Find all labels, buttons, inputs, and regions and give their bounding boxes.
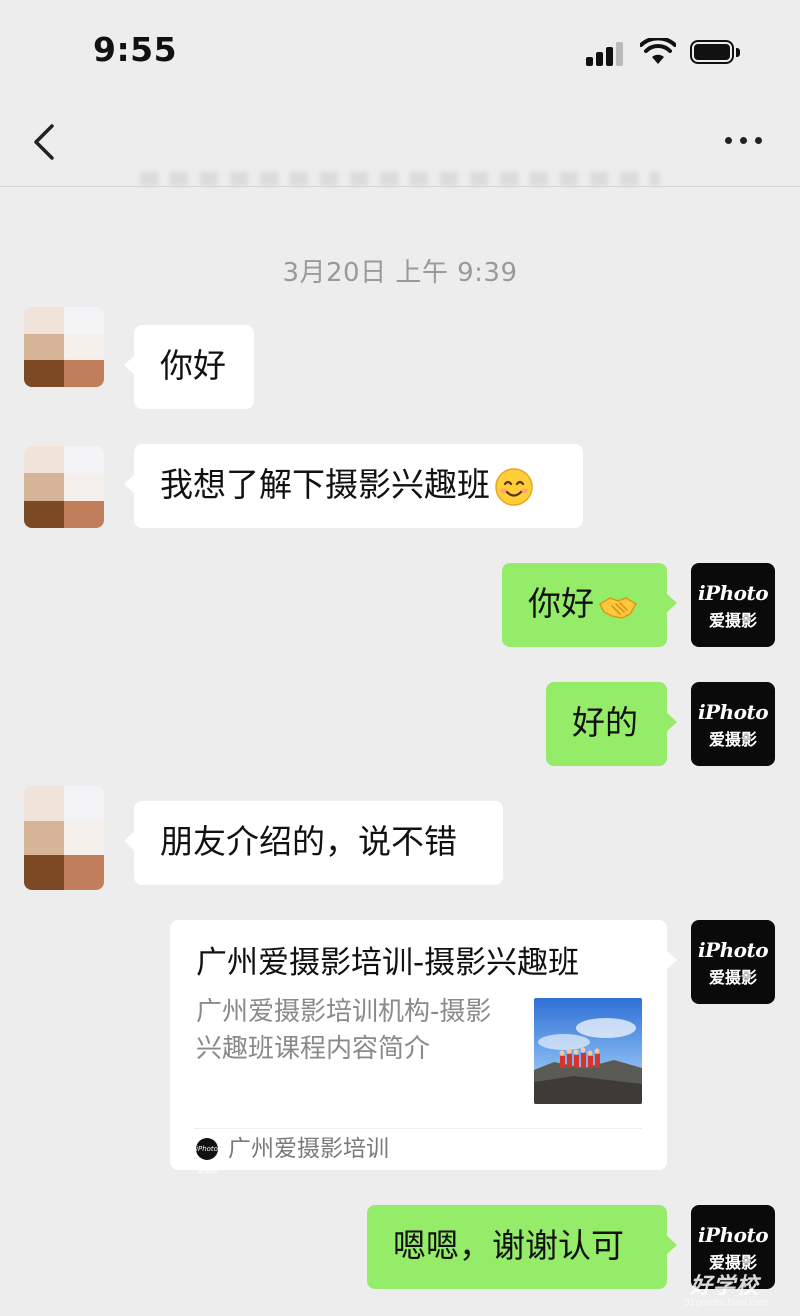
source-logo-icon: iPhoto 爱摄影 — [196, 1138, 218, 1175]
brand-avatar[interactable]: iPhoto 爱摄影 — [691, 682, 775, 766]
chevron-left-icon[interactable] — [30, 122, 60, 162]
contact-avatar[interactable] — [24, 307, 104, 387]
avatar-pixel — [64, 500, 104, 528]
link-card[interactable]: 广州爱摄影培训-摄影兴趣班 广州爱摄影培训机构-摄影兴趣班课程内容简介 iPho… — [170, 920, 677, 1175]
status-time: 9:55 — [93, 30, 178, 69]
message-timestamp: 3月20日 上午 9:39 — [282, 258, 518, 288]
avatar-pixel — [24, 446, 64, 474]
cellular-signal-icon — [586, 42, 626, 66]
avatar-logo-text: iPhoto — [697, 938, 769, 962]
message-text: 嗯嗯，谢谢认可 — [393, 1226, 624, 1265]
watermark-text: 好学校 — [690, 1274, 760, 1299]
avatar-pixel — [24, 473, 64, 501]
avatar-pixel — [64, 446, 104, 474]
avatar-pixel — [24, 307, 64, 334]
handshake-icon — [599, 596, 638, 619]
avatar-pixel — [64, 786, 104, 821]
link-card-source: 广州爱摄影培训 — [228, 1136, 389, 1162]
avatar-logo-text: iPhoto — [697, 1223, 769, 1247]
avatar-pixel — [64, 820, 104, 856]
link-card-description: 广州爱摄影培训机构-摄影兴趣班课程内容简介 — [196, 997, 492, 1064]
avatar-pixel — [24, 820, 64, 856]
avatar-pixel — [64, 333, 104, 361]
avatar-pixel — [24, 360, 64, 387]
avatar-logo-subtext: 爱摄影 — [708, 611, 757, 630]
battery-icon — [690, 40, 742, 66]
message-text: 你好 — [528, 584, 594, 623]
contact-avatar[interactable] — [24, 446, 104, 528]
contact-avatar[interactable] — [24, 786, 104, 890]
blurred-header-text — [140, 172, 660, 186]
smiling-face-icon — [495, 467, 533, 506]
avatar-logo-text: iPhoto — [697, 700, 769, 724]
avatar-pixel — [24, 333, 64, 361]
message-text: 你好 — [160, 346, 226, 385]
message-bubble-incoming[interactable]: 我想了解下摄影兴趣班 — [124, 444, 583, 528]
avatar-pixel — [24, 786, 64, 821]
link-card-thumbnail — [534, 998, 642, 1104]
avatar-pixel — [64, 855, 104, 890]
message-bubble-outgoing[interactable]: 嗯嗯，谢谢认可 — [367, 1205, 677, 1289]
nav-divider — [0, 186, 800, 187]
more-dots-icon[interactable] — [722, 130, 766, 150]
avatar-logo-subtext: 爱摄影 — [708, 968, 757, 987]
watermark-subtext: 91goodschool.com — [684, 1298, 769, 1308]
brand-avatar[interactable]: iPhoto 爱摄影 — [691, 563, 775, 647]
avatar-pixel — [24, 500, 64, 528]
avatar-pixel — [64, 360, 104, 387]
avatar-pixel — [64, 307, 104, 334]
message-text: 好的 — [572, 703, 638, 742]
wifi-icon — [640, 38, 676, 64]
avatar-logo-text: iPhoto — [697, 581, 769, 605]
message-bubble-incoming[interactable]: 朋友介绍的，说不错 — [124, 801, 503, 885]
message-text: 我想了解下摄影兴趣班 — [160, 465, 490, 504]
message-bubble-outgoing[interactable]: 好的 — [546, 682, 677, 766]
avatar-pixel — [24, 855, 64, 890]
link-card-divider — [194, 1128, 642, 1129]
message-bubble-outgoing[interactable]: 你好 — [502, 563, 677, 647]
link-card-title: 广州爱摄影培训-摄影兴趣班 — [196, 945, 580, 981]
brand-avatar[interactable]: iPhoto 爱摄影 — [691, 920, 775, 1004]
avatar-pixel — [64, 473, 104, 501]
avatar-logo-subtext: 爱摄影 — [708, 730, 757, 749]
message-text: 朋友介绍的，说不错 — [160, 822, 457, 861]
message-bubble-incoming[interactable]: 你好 — [124, 325, 254, 409]
